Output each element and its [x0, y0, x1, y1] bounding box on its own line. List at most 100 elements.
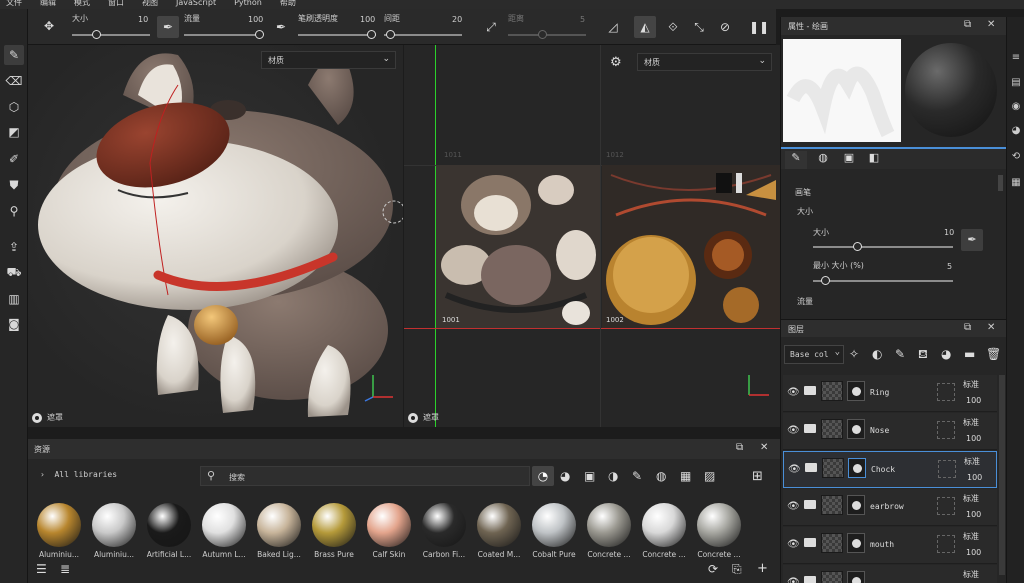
menu-file[interactable]: 文件 [6, 0, 22, 9]
mask-toggle-2d[interactable]: 遮罩 [408, 412, 439, 423]
material-thumb[interactable]: Concrete ... [695, 503, 743, 559]
display-settings-icon[interactable]: ⚙ [610, 55, 626, 71]
material-thumb[interactable]: Artificial L... [145, 503, 193, 559]
effects-icon[interactable]: ✧ [849, 347, 859, 361]
eraser-tool-icon[interactable]: ⌫ [4, 71, 24, 91]
menu-window[interactable]: 窗口 [108, 0, 124, 9]
pause-icon[interactable]: ❚❚ [748, 16, 770, 38]
symmetry-icon[interactable]: ✥ [38, 15, 60, 37]
lazy-mouse-icon[interactable]: ⤢ [480, 16, 502, 38]
mask-thumbnail[interactable] [847, 571, 865, 583]
color-picker-tool-icon[interactable]: ⚲ [4, 201, 24, 221]
material-thumb[interactable]: Aluminiu... [35, 503, 83, 559]
stencil-tab-icon[interactable]: ▣ [838, 151, 860, 169]
layers-panel-icon[interactable]: ≡ [1010, 52, 1022, 64]
add-paint-layer-icon[interactable]: ✎ [895, 347, 905, 361]
filter-environments-icon[interactable]: ▨ [704, 469, 715, 483]
close-icon[interactable]: ✕ [987, 19, 995, 30]
size-pen-pressure-button[interactable]: ✒ [961, 229, 983, 251]
display-settings-icon[interactable]: ◉ [1010, 101, 1022, 113]
brush-size-slider-track[interactable] [813, 246, 953, 248]
import-icon[interactable]: ⎘ [732, 562, 742, 577]
filter-masks-icon[interactable]: ▣ [584, 469, 595, 483]
layer-item[interactable]: 👁 mouth 标准 100 [783, 527, 997, 564]
spacing-slider-knob[interactable] [386, 30, 395, 39]
size-pen-pressure-icon[interactable]: ✒ [157, 16, 179, 38]
visibility-eye-icon[interactable]: 👁 [787, 425, 800, 436]
layer-opacity[interactable]: 100 [966, 396, 981, 405]
add-smart-material-icon[interactable]: ◕ [941, 347, 951, 361]
channel-dropdown[interactable]: Base col ⌄ [784, 345, 844, 364]
undock-icon[interactable]: ⧉ [736, 442, 743, 453]
close-icon[interactable]: ✕ [760, 442, 768, 453]
distance-value[interactable]: 5 [580, 15, 585, 24]
layer-effect-slot[interactable] [937, 421, 955, 439]
export-tool-icon[interactable]: ⛟ [4, 263, 24, 283]
blend-mode-dropdown[interactable]: 标准 [963, 493, 979, 504]
close-icon[interactable]: ✕ [987, 322, 995, 333]
menu-view[interactable]: 视图 [142, 0, 158, 9]
flow-slider-knob[interactable] [255, 30, 264, 39]
material-dropdown-2d[interactable]: 材质 ⌄ [637, 53, 772, 71]
min-size-slider-knob[interactable] [821, 276, 830, 285]
menu-javascript[interactable]: JavaScript [176, 0, 216, 9]
visibility-eye-icon[interactable]: 👁 [787, 539, 800, 550]
blend-mode-dropdown[interactable]: 标准 [963, 379, 979, 390]
add-mask-icon[interactable]: ◐ [872, 347, 882, 361]
add-fill-layer-icon[interactable]: ⛾ [918, 347, 928, 363]
shader-settings-icon[interactable]: ◕ [1010, 125, 1022, 137]
layer-opacity[interactable]: 100 [966, 434, 981, 443]
filter-textures-icon[interactable]: ▦ [680, 469, 691, 483]
mask-thumbnail[interactable] [847, 495, 865, 515]
material-thumb[interactable]: Brass Pure [310, 503, 358, 559]
blend-mode-dropdown[interactable]: 标准 [963, 569, 979, 580]
filter-alphas-icon[interactable]: ◍ [656, 469, 666, 483]
smudge-tool-icon[interactable]: ✐ [4, 149, 24, 169]
undock-icon[interactable]: ⧉ [964, 19, 971, 30]
texture-set-icon[interactable]: ▤ [1010, 77, 1022, 89]
brush-size-slider-knob[interactable] [853, 242, 862, 251]
filter-generators-icon[interactable]: ◑ [608, 469, 618, 483]
brush-opacity-value[interactable]: 100 [360, 15, 375, 24]
refresh-icon[interactable]: ⟳ [708, 562, 718, 576]
layer-opacity[interactable]: 100 [967, 473, 982, 482]
paint-brush-tool-icon[interactable]: ✎ [4, 45, 24, 65]
distance-slider-knob[interactable] [538, 30, 547, 39]
material-thumb[interactable]: Aluminiu... [90, 503, 138, 559]
material-thumb[interactable]: Cobalt Pure [530, 503, 578, 559]
layers-scrollbar[interactable] [999, 375, 1005, 575]
add-folder-icon[interactable]: ▬ [964, 347, 975, 361]
properties-scrollbar[interactable] [998, 175, 1003, 191]
asset-list-icon[interactable]: ≣ [60, 562, 70, 576]
layer-effect-slot[interactable] [937, 497, 955, 515]
brush-tab-icon[interactable]: ✎ [785, 151, 807, 169]
material-tab-icon[interactable]: ◧ [863, 151, 885, 169]
flow-value[interactable]: 100 [248, 15, 263, 24]
size-value[interactable]: 10 [138, 15, 148, 24]
mask-toggle-3d[interactable]: 遮罩 [32, 412, 63, 423]
material-thumb[interactable]: Calf Skin [365, 503, 413, 559]
min-size-value[interactable]: 5 [947, 262, 952, 271]
mask-thumbnail[interactable] [847, 419, 865, 439]
filter-materials-icon[interactable]: ◔ [532, 466, 554, 486]
menu-help[interactable]: 帮助 [280, 0, 296, 9]
menu-python[interactable]: Python [234, 0, 262, 9]
material-thumb[interactable]: Coated M... [475, 503, 523, 559]
size-slider-track[interactable] [72, 34, 150, 36]
blend-mode-dropdown[interactable]: 标准 [963, 531, 979, 542]
spacing-slider-track[interactable] [384, 34, 462, 36]
history-icon[interactable]: ⟲ [1010, 151, 1022, 163]
mask-thumbnail[interactable] [848, 458, 866, 478]
symmetry-mirror-icon[interactable]: ◭ [634, 16, 656, 38]
libraries-breadcrumb[interactable]: › All libraries [40, 470, 117, 479]
visibility-eye-icon[interactable]: 👁 [787, 577, 800, 583]
material-thumb[interactable]: Autumn L... [200, 503, 248, 559]
filter-smart-materials-icon[interactable]: ◕ [560, 469, 570, 483]
layer-effect-slot[interactable] [938, 460, 956, 478]
brush-opacity-slider-knob[interactable] [367, 30, 376, 39]
bake-tool-icon[interactable]: ⇪ [4, 237, 24, 257]
grid-view-icon[interactable]: ⊞ [752, 469, 763, 484]
projection-tool-icon[interactable]: ⬡ [4, 97, 24, 117]
filter-brushes-icon[interactable]: ✎ [632, 469, 642, 483]
delete-layer-icon[interactable]: 🗑 [986, 347, 1001, 361]
